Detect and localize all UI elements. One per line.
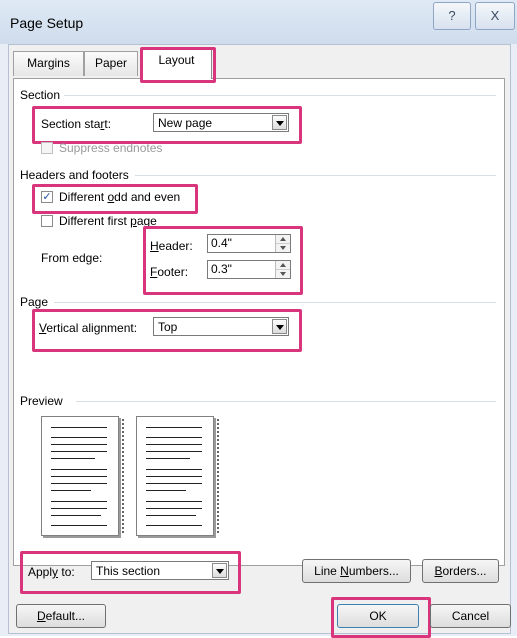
preview-line — [146, 469, 202, 470]
headers-footers-divider — [135, 175, 496, 176]
page-group-title: Page — [20, 295, 53, 309]
preview-line — [146, 451, 202, 452]
help-icon: ? — [448, 8, 456, 23]
vertical-alignment-select[interactable]: Top — [153, 317, 289, 336]
close-button[interactable]: X — [475, 2, 515, 30]
different-first-page-checkbox[interactable] — [41, 215, 53, 227]
tab-margins[interactable]: Margins — [13, 51, 84, 76]
footer-label: Footer: — [150, 265, 189, 279]
section-start-label: Section start: — [41, 117, 112, 131]
preview-line — [146, 525, 202, 526]
from-edge-label: From edge: — [41, 251, 103, 265]
spin-down-icon[interactable] — [276, 270, 290, 278]
borders-button[interactable]: Borders... — [422, 559, 499, 583]
apply-to-select[interactable]: This section — [91, 561, 229, 580]
footer-spinner — [275, 261, 290, 278]
footer-distance-value: 0.3" — [211, 262, 232, 276]
cancel-button[interactable]: Cancel — [430, 604, 511, 628]
vertical-alignment-value: Top — [158, 320, 178, 334]
title-bar: Page Setup ? X — [0, 0, 517, 44]
preview-line — [146, 437, 202, 438]
ok-button[interactable]: OK — [337, 604, 419, 628]
section-start-value: New page — [158, 116, 213, 130]
preview-line — [51, 515, 101, 516]
apply-to-label: Apply to: — [28, 565, 75, 579]
suppress-endnotes-label: Suppress endnotes — [59, 141, 163, 155]
close-icon: X — [490, 8, 500, 23]
preview-line — [51, 476, 107, 477]
preview-divider — [76, 401, 496, 402]
spin-down-icon[interactable] — [276, 244, 290, 252]
preview-left-page — [41, 416, 124, 536]
preview-line — [146, 444, 202, 445]
spin-up-icon[interactable] — [276, 235, 290, 244]
preview-line — [51, 427, 107, 428]
section-divider — [62, 95, 496, 96]
header-distance-value: 0.4" — [211, 236, 232, 250]
spin-up-icon[interactable] — [276, 261, 290, 270]
page-divider — [54, 302, 496, 303]
different-first-page-label: Different first page — [59, 214, 157, 228]
preview-line — [51, 483, 107, 484]
preview-right-page — [136, 416, 219, 536]
preview-line — [146, 427, 202, 428]
header-label: Header: — [150, 239, 193, 253]
chevron-down-icon — [272, 115, 287, 130]
preview-line — [51, 501, 107, 502]
footer-distance-input[interactable]: 0.3" — [207, 260, 291, 279]
preview-line — [146, 476, 202, 477]
page-setup-dialog: Page Setup ? X Margins Paper Layout Sect… — [0, 0, 517, 638]
header-distance-input[interactable]: 0.4" — [207, 234, 291, 253]
preview-line — [146, 490, 186, 491]
header-spinner — [275, 235, 290, 252]
headers-footers-group-title: Headers and footers — [20, 168, 133, 182]
apply-to-value: This section — [96, 564, 161, 578]
preview-line — [146, 483, 202, 484]
preview-line — [51, 444, 107, 445]
preview-line — [51, 525, 107, 526]
preview-line — [51, 508, 107, 509]
preview-line — [51, 469, 107, 470]
section-group-title: Section — [20, 88, 65, 102]
preview-line — [51, 458, 95, 459]
preview-line — [51, 437, 107, 438]
preview-line — [146, 515, 196, 516]
chevron-down-icon — [212, 563, 227, 578]
different-odd-even-label: Different odd and even — [59, 190, 181, 204]
help-button[interactable]: ? — [433, 2, 471, 30]
dialog-title: Page Setup — [10, 15, 84, 31]
preview-group-title: Preview — [20, 394, 67, 408]
preview-line — [146, 458, 190, 459]
preview-line — [146, 508, 202, 509]
section-start-select[interactable]: New page — [153, 113, 289, 132]
suppress-endnotes-checkbox[interactable] — [41, 142, 53, 154]
vertical-alignment-label: Vertical alignment: — [39, 321, 138, 335]
chevron-down-icon — [272, 319, 287, 334]
preview-line — [51, 490, 91, 491]
default-button[interactable]: Default... — [16, 604, 106, 628]
preview-line — [51, 451, 107, 452]
line-numbers-button[interactable]: Line Numbers... — [302, 559, 411, 583]
tab-paper[interactable]: Paper — [84, 51, 138, 76]
highlight-layout-tab — [140, 47, 216, 83]
preview-line — [146, 501, 202, 502]
different-odd-even-checkbox[interactable]: ✓ — [41, 191, 53, 203]
